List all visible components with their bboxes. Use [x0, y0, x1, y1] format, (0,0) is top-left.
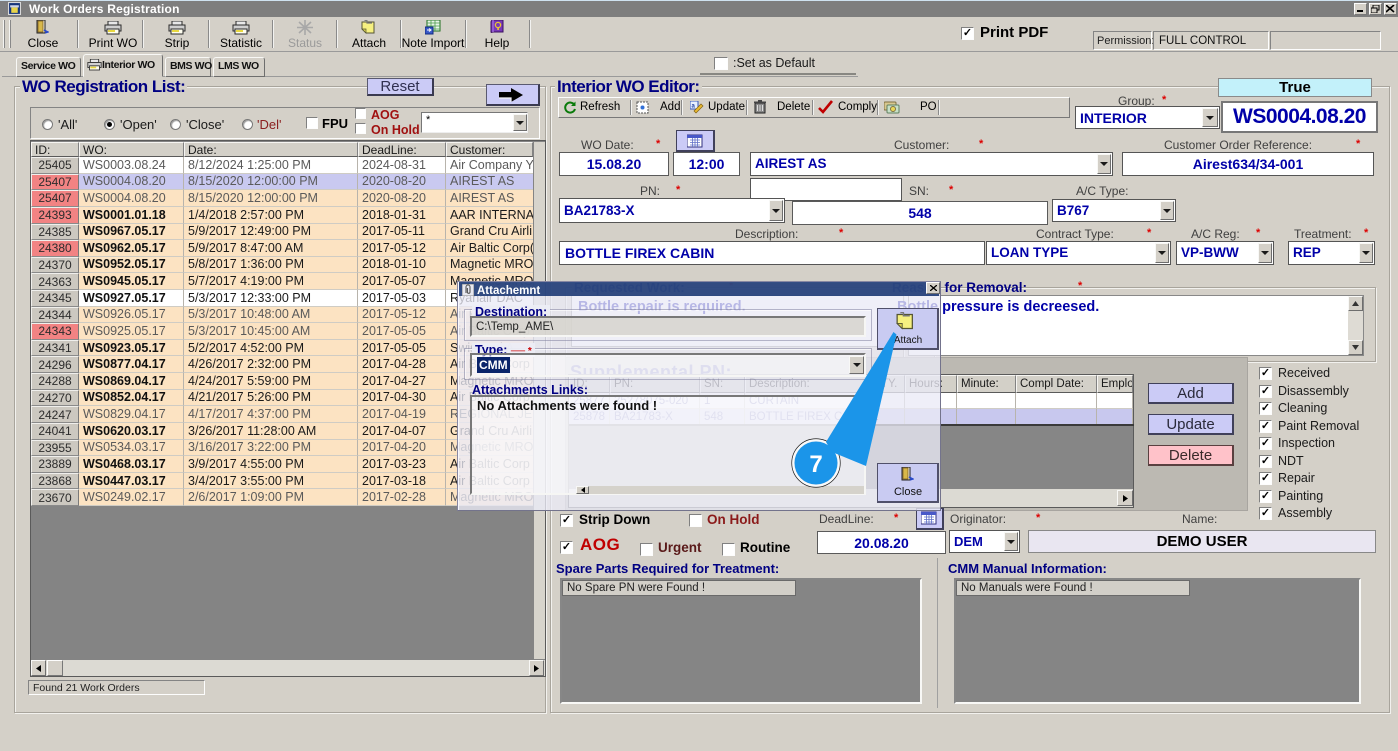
svg-text:7: 7 — [809, 451, 822, 478]
